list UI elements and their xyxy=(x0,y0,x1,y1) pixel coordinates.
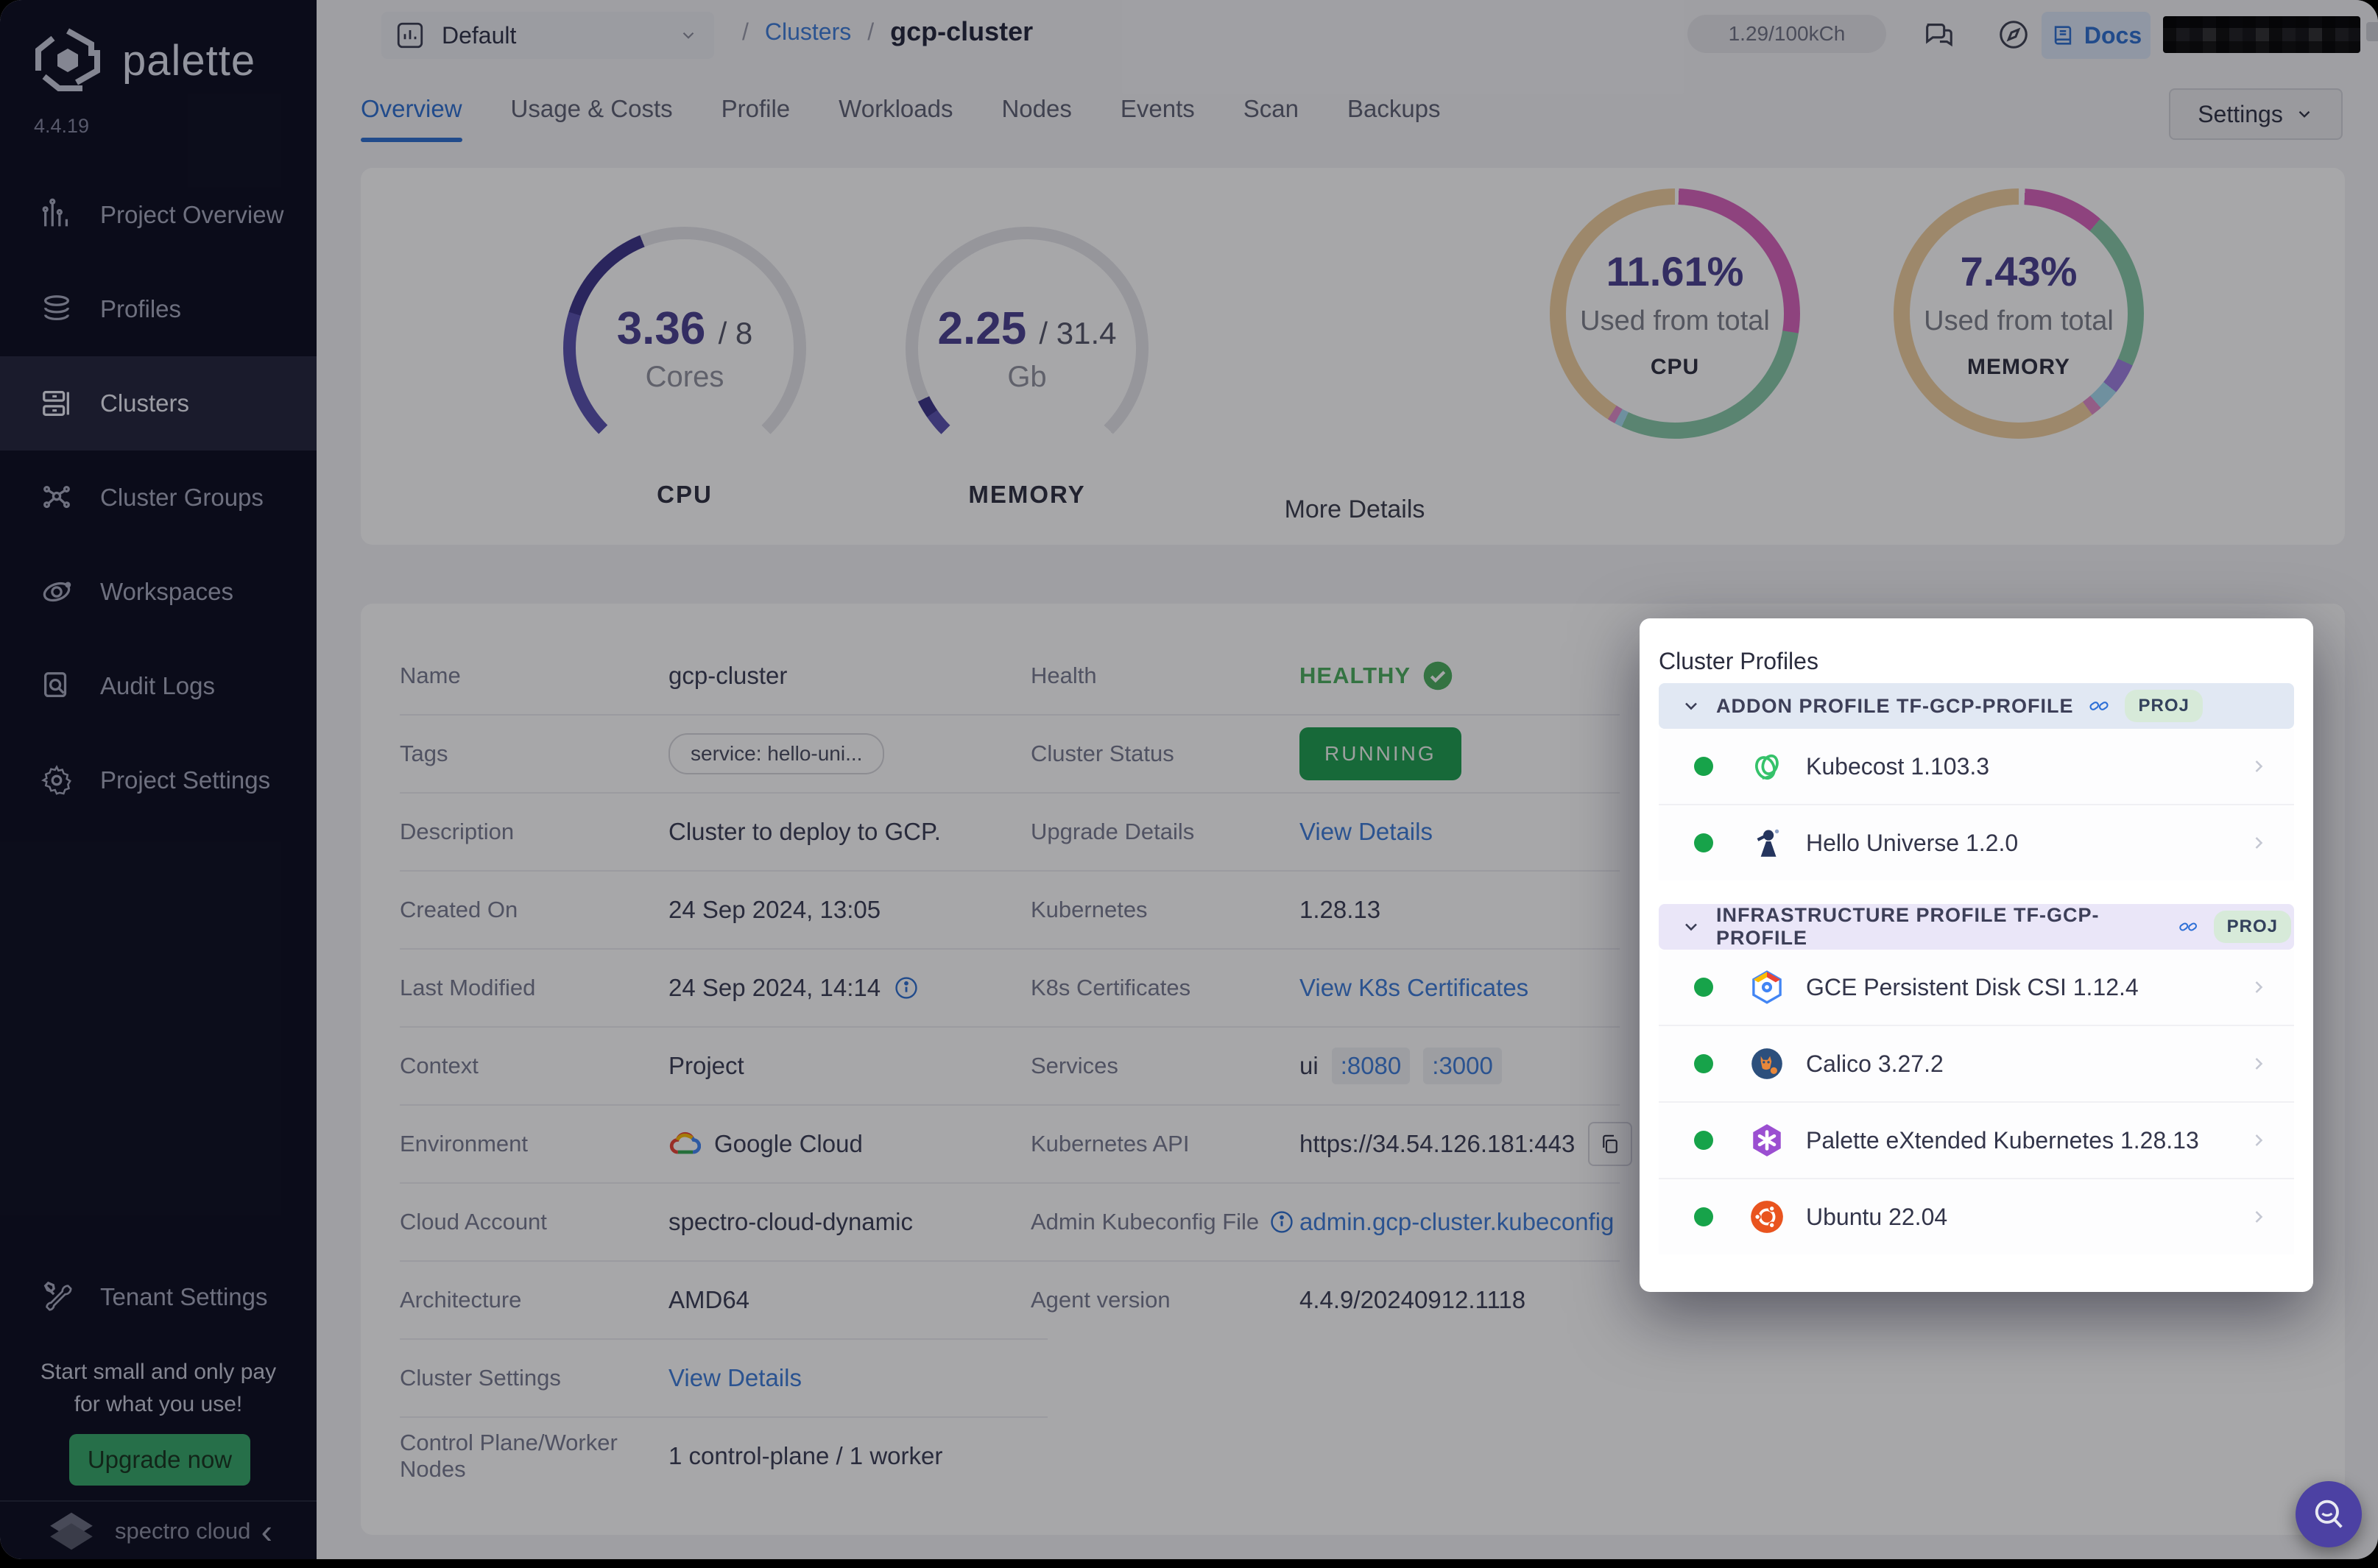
profile-section-header[interactable]: ADDON PROFILE TF-GCP-PROFILE PROJ xyxy=(1659,683,2294,729)
proj-badge: PROJ xyxy=(2213,911,2291,943)
profile-pack-ubuntu[interactable]: Ubuntu 22.04 xyxy=(1659,1179,2294,1254)
profile-pack-calico[interactable]: Calico 3.27.2 xyxy=(1659,1026,2294,1103)
hello-universe-icon xyxy=(1749,824,1785,861)
calico-icon xyxy=(1749,1045,1785,1082)
status-dot xyxy=(1694,1054,1713,1073)
ubuntu-icon xyxy=(1749,1198,1785,1235)
status-dot xyxy=(1694,1131,1713,1150)
chevron-right-icon xyxy=(2248,833,2269,853)
kubecost-icon xyxy=(1749,748,1785,785)
profile-pack-pxk[interactable]: Palette eXtended Kubernetes 1.28.13 xyxy=(1659,1103,2294,1179)
help-search-fab[interactable] xyxy=(2296,1481,2362,1547)
cluster-profiles-panel: Cluster Profiles ADDON PROFILE TF-GCP-PR… xyxy=(1640,618,2313,1292)
chevron-right-icon xyxy=(2248,1130,2269,1151)
cluster-profiles-title: Cluster Profiles xyxy=(1659,648,1818,674)
profile-section-header[interactable]: INFRASTRUCTURE PROFILE TF-GCP-PROFILE PR… xyxy=(1659,904,2294,950)
chevron-down-icon xyxy=(1681,696,1701,716)
profile-section-1: INFRASTRUCTURE PROFILE TF-GCP-PROFILE PR… xyxy=(1659,904,2294,1254)
profile-pack-hello-universe[interactable]: Hello Universe 1.2.0 xyxy=(1659,805,2294,880)
profile-section-0: ADDON PROFILE TF-GCP-PROFILE PROJ Kubeco… xyxy=(1659,683,2294,880)
link-icon xyxy=(2088,695,2110,717)
chevron-right-icon xyxy=(2248,1207,2269,1227)
chevron-right-icon xyxy=(2248,977,2269,997)
status-dot xyxy=(1694,833,1713,852)
status-dot xyxy=(1694,978,1713,997)
profile-pack-kubecost[interactable]: Kubecost 1.103.3 xyxy=(1659,729,2294,805)
proj-badge: PROJ xyxy=(2125,690,2203,722)
profile-pack-gce-pd[interactable]: GCE Persistent Disk CSI 1.12.4 xyxy=(1659,950,2294,1026)
chevron-right-icon xyxy=(2248,1053,2269,1074)
status-dot xyxy=(1694,1207,1713,1226)
pxk-icon xyxy=(1749,1122,1785,1159)
link-icon xyxy=(2178,916,2198,938)
gce-pd-icon xyxy=(1749,969,1785,1006)
palette-app: palette 4.4.19 Project Overview Profiles… xyxy=(0,0,2378,1559)
chevron-right-icon xyxy=(2248,756,2269,777)
status-dot xyxy=(1694,757,1713,776)
chevron-down-icon xyxy=(1681,917,1701,937)
